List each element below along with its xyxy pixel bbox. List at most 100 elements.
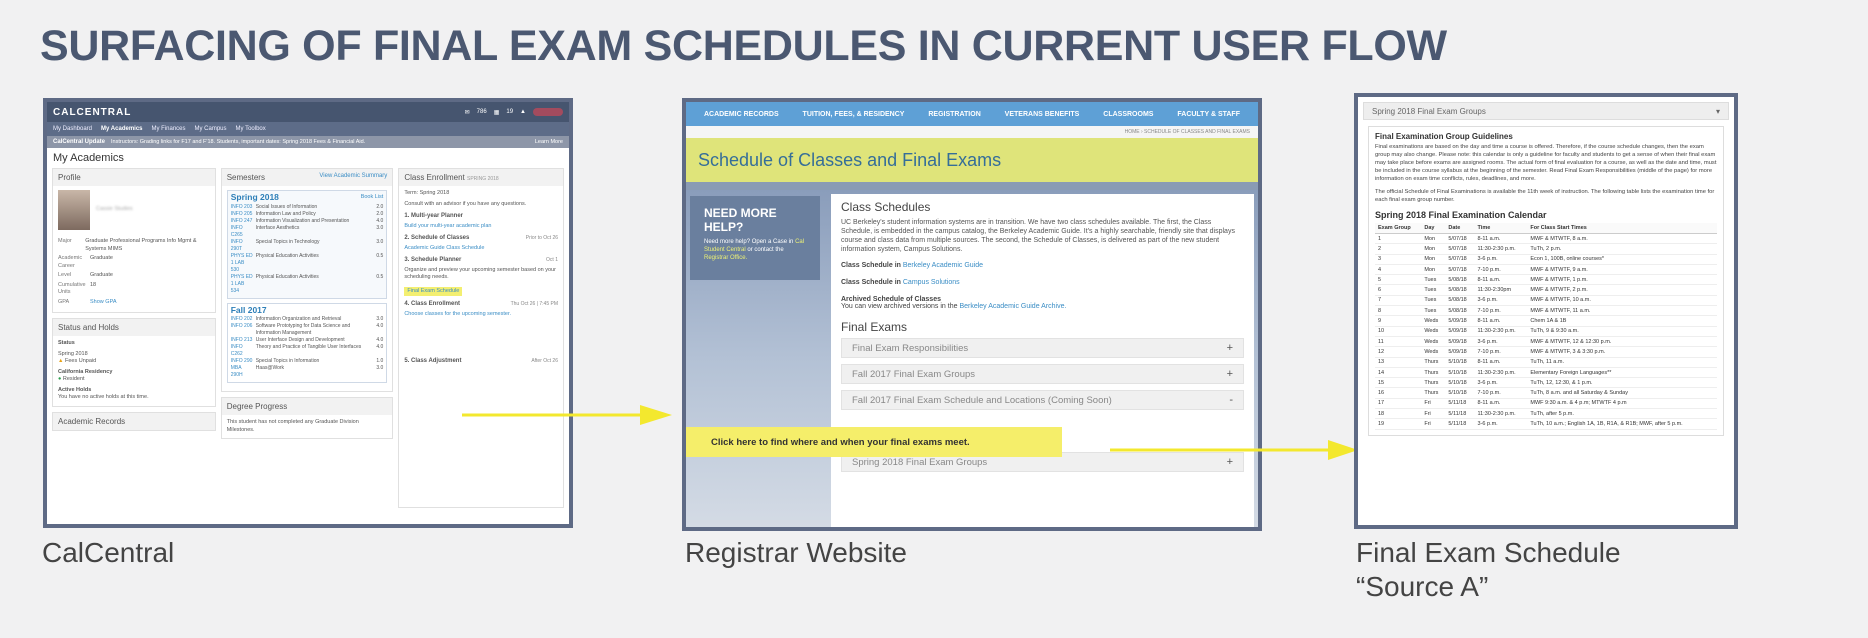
- course-row: INFO C262 Theory and Practice of Tangible…: [231, 344, 384, 358]
- step-title[interactable]: 4. Class Enrollment: [404, 301, 460, 309]
- nav-toolbox[interactable]: My Toolbox: [236, 126, 266, 132]
- step-text: Organize and preview your upcoming semes…: [404, 266, 556, 281]
- final-exams-heading: Final Exams: [841, 320, 908, 334]
- course-row: INFO 213 User Interface Design and Develo…: [231, 337, 384, 344]
- course-code[interactable]: INFO C265: [231, 225, 253, 239]
- registrar-main: Class Schedules UC Berkeley's student in…: [831, 194, 1254, 527]
- caption-source-a: Final Exam Schedule “Source A”: [1356, 536, 1621, 604]
- course-units: 4.0: [376, 337, 384, 343]
- accordion-fall-schedule[interactable]: Fall 2017 Final Exam Schedule and Locati…: [841, 390, 1244, 410]
- show-gpa-link[interactable]: Show GPA: [90, 299, 117, 307]
- course-code[interactable]: PHYS ED 1 LAB 534: [231, 274, 253, 295]
- nav-tuition[interactable]: TUITION, FEES, & RESIDENCY: [803, 111, 905, 118]
- table-cell: 5/07/18: [1445, 243, 1475, 255]
- nav-faculty[interactable]: FACULTY & STAFF: [1177, 111, 1240, 118]
- book-list-link[interactable]: Book List: [361, 194, 384, 202]
- avatar[interactable]: [533, 108, 563, 116]
- semester-fall: Fall 2017 INFO 202 Information Organizati…: [226, 302, 388, 383]
- course-code[interactable]: INFO 203: [231, 204, 253, 211]
- nav-registration[interactable]: REGISTRATION: [928, 111, 980, 118]
- table-cell: 7: [1375, 295, 1422, 307]
- table-cell: Fri: [1421, 398, 1446, 410]
- course-row: INFO 202 Information Organization and Ret…: [231, 316, 384, 323]
- step-link[interactable]: Build your multi-year academic plan: [404, 223, 558, 231]
- table-row: 18 Fri 5/11/18 11:30-2:30 p.m. TuTh, after 5…: [1375, 408, 1717, 420]
- course-code[interactable]: INFO 202: [231, 316, 253, 323]
- dropdown-label: Spring 2018 Final Exam Groups: [1372, 106, 1486, 116]
- calcentral-screenshot: CALCENTRAL ✉ 786 ▦ 19 ▲ My Dashboard My …: [43, 98, 573, 528]
- course-code[interactable]: MBA 290H: [231, 365, 253, 379]
- step-title[interactable]: 1. Multi-year Planner: [404, 213, 463, 221]
- profile-title: Profile: [58, 173, 81, 182]
- table-cell: 8-11 a.m.: [1474, 398, 1528, 410]
- enrollment-consult: Consult with an advisor if you have any …: [404, 200, 527, 207]
- course-code[interactable]: INFO 205: [231, 211, 253, 218]
- course-code[interactable]: INFO 213: [231, 337, 253, 344]
- step-title[interactable]: 2. Schedule of Classes: [404, 235, 469, 243]
- fees-status[interactable]: Fees Unpaid: [65, 358, 96, 364]
- step-title[interactable]: 5. Class Adjustment: [404, 358, 461, 366]
- learn-more-link[interactable]: Learn More: [535, 139, 563, 145]
- nav-academic-records[interactable]: ACADEMIC RECORDS: [704, 111, 779, 118]
- final-exam-cta-link[interactable]: Click here to find where and when your f…: [686, 427, 1062, 457]
- residency-status[interactable]: Resident: [63, 376, 85, 382]
- table-cell: 5/08/18: [1445, 295, 1475, 307]
- step-link[interactable]: Academic Guide Class Schedule: [404, 245, 558, 253]
- table-cell: 5/09/18: [1445, 336, 1475, 348]
- course-title: Special Topics in Technology: [255, 238, 320, 245]
- table-cell: 3-6 p.m.: [1474, 377, 1528, 389]
- course-code[interactable]: INFO 206: [231, 323, 253, 337]
- nav-academics[interactable]: My Academics: [101, 126, 142, 132]
- calendar-icon[interactable]: ▦: [494, 109, 500, 116]
- semester-name[interactable]: Spring 2018: [231, 193, 279, 202]
- breadcrumb[interactable]: HOME › SCHEDULE OF CLASSES AND FINAL EXA…: [686, 126, 1258, 138]
- nav-veterans[interactable]: VETERANS BENEFITS: [1005, 111, 1080, 118]
- registrar-office-link[interactable]: Registrar Office.: [704, 255, 747, 261]
- course-row: INFO C265 Interface Aesthetics 3.0: [231, 225, 384, 239]
- accordion-responsibilities[interactable]: Final Exam Responsibilities +: [841, 338, 1244, 358]
- nav-campus[interactable]: My Campus: [195, 126, 227, 132]
- label: Major: [58, 238, 72, 244]
- source-a-screenshot: Spring 2018 Final Exam Groups ▾ Final Ex…: [1354, 93, 1738, 529]
- step-link[interactable]: Choose classes for the upcoming semester…: [404, 311, 558, 319]
- class-enrollment-card: Class Enrollment SPRING 2018 Term: Sprin…: [398, 168, 564, 508]
- mail-icon[interactable]: ✉: [465, 109, 470, 116]
- academic-summary-link[interactable]: View Academic Summary: [319, 173, 387, 182]
- course-code[interactable]: PHYS ED 1 LAB 530: [231, 253, 253, 274]
- drive-icon[interactable]: ▲: [520, 109, 526, 115]
- table-cell: MWF 9:30 a.m. & 4 p.m; MTWTF 4 p.m: [1527, 398, 1717, 410]
- course-code[interactable]: INFO 290T: [231, 239, 253, 253]
- course-row: INFO 290 Special Topics in Information 1.0: [231, 358, 384, 365]
- table-cell: Thurs: [1421, 377, 1446, 389]
- mail-count: 786: [476, 109, 487, 115]
- academic-guide-link[interactable]: Berkeley Academic Guide: [903, 262, 983, 269]
- nav-classrooms[interactable]: CLASSROOMS: [1103, 111, 1153, 118]
- archive-link[interactable]: Berkeley Academic Guide Archive.: [959, 303, 1066, 310]
- course-units: 0.5: [376, 273, 384, 280]
- table-cell: TuTh, 11 a.m.: [1527, 357, 1717, 368]
- exam-groups-dropdown[interactable]: Spring 2018 Final Exam Groups ▾: [1363, 102, 1729, 120]
- nav-finances[interactable]: My Finances: [152, 126, 186, 132]
- accordion-fall-groups[interactable]: Fall 2017 Final Exam Groups +: [841, 364, 1244, 384]
- enrollment-term-tag: SPRING 2018: [467, 176, 499, 182]
- accordion-label: Final Exam Responsibilities: [852, 342, 969, 354]
- course-code[interactable]: INFO 290: [231, 358, 253, 365]
- final-exam-schedule-link[interactable]: Final Exam Schedule: [404, 286, 463, 296]
- table-cell: MWF & MTWTF, 3 & 3:30 p.m.: [1527, 346, 1717, 358]
- nav-dashboard[interactable]: My Dashboard: [53, 126, 92, 132]
- update-label: CalCentral Update: [53, 139, 106, 145]
- table-cell: TuTh, 12, 12:30, & 1 p.m.: [1527, 377, 1717, 389]
- table-cell: MWF & MTWTF, 10 a.m.: [1527, 295, 1717, 307]
- table-cell: 5/11/18: [1445, 408, 1475, 420]
- step-title[interactable]: 3. Schedule Planner: [404, 257, 461, 265]
- campus-solutions-link[interactable]: Campus Solutions: [903, 279, 960, 286]
- semester-name[interactable]: Fall 2017: [231, 306, 267, 315]
- table-cell: Tues: [1421, 295, 1446, 307]
- status-card: Status and Holds Status Spring 2018 ▲ Fe…: [52, 318, 216, 407]
- table-row: 3 Mon 5/07/18 3-6 p.m. Econ 1, 100B, online …: [1375, 254, 1717, 265]
- course-code[interactable]: INFO 247: [231, 218, 253, 225]
- table-row: 11 Weds 5/09/18 3-6 p.m. MWF & MTWTF, 12 & 1…: [1375, 336, 1717, 348]
- warning-icon: ▲: [58, 358, 64, 364]
- course-code[interactable]: INFO C262: [231, 344, 253, 358]
- table-cell: 8-11 a.m.: [1474, 233, 1528, 245]
